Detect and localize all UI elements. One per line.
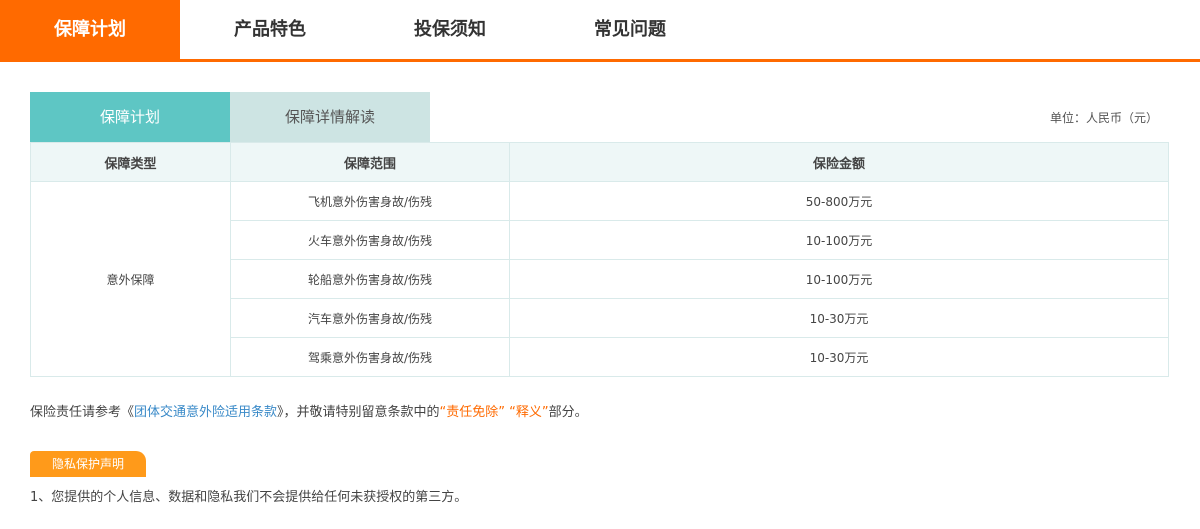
amount-cell: 10-100万元 [509, 220, 1169, 260]
exemption-highlight: “责任免除” [439, 405, 506, 420]
scope-cell: 驾乘意外伤害身故/伤残 [230, 337, 510, 377]
scope-cell: 汽车意外伤害身故/伤残 [230, 298, 510, 338]
privacy-statement-text: 1、您提供的个人信息、数据和隐私我们不会提供给任何未获授权的第三方。 [30, 490, 468, 505]
amount-cell: 10-30万元 [509, 298, 1169, 338]
scope-cell: 轮船意外伤害身故/伤残 [230, 259, 510, 299]
amount-cell: 10-100万元 [509, 259, 1169, 299]
currency-unit-label: 单位：人民币（元） [1049, 111, 1158, 125]
subtab-coverage-plan[interactable]: 保障计划 [30, 92, 230, 142]
terms-note: 保险责任请参考《团体交通意外险适用条款》，并敬请特别留意条款中的“责任免除” “… [30, 401, 588, 420]
amount-cell: 10-30万元 [509, 337, 1169, 377]
scope-cell: 飞机意外伤害身故/伤残 [230, 181, 510, 221]
terms-link[interactable]: 团体交通意外险适用条款 [134, 405, 277, 420]
coverage-type-cell: 意外保障 [30, 181, 231, 377]
definition-highlight: “释义” [509, 405, 549, 420]
note-middle: 》，并敬请特别留意条款中的 [277, 405, 440, 420]
note-prefix: 保险责任请参考《 [30, 405, 135, 420]
table-row: 意外保障 飞机意外伤害身故/伤残 50-800万元 [30, 181, 1169, 377]
header-coverage-amount: 保险金额 [509, 142, 1169, 182]
scope-cell: 火车意外伤害身故/伤残 [230, 220, 510, 260]
privacy-statement-badge: 隐私保护声明 [30, 451, 146, 477]
sub-tabs: 保障计划 保障详情解读 [30, 92, 430, 142]
header-coverage-type: 保障类型 [30, 142, 231, 182]
header-coverage-scope: 保障范围 [230, 142, 510, 182]
tab-product-features[interactable]: 产品特色 [180, 0, 360, 59]
tab-insurance-notice[interactable]: 投保须知 [360, 0, 540, 59]
subtab-coverage-details[interactable]: 保障详情解读 [230, 92, 430, 142]
top-navigation: 保障计划 产品特色 投保须知 常见问题 [0, 0, 1200, 62]
coverage-table: 保障类型 保障范围 保险金额 意外保障 飞机意外伤害身故/伤残 50-800万元… [30, 142, 1169, 377]
tab-coverage-plan[interactable]: 保障计划 [0, 0, 180, 59]
tab-faq[interactable]: 常见问题 [540, 0, 720, 59]
note-suffix: 部分。 [548, 405, 588, 420]
amount-cell: 50-800万元 [509, 181, 1169, 221]
